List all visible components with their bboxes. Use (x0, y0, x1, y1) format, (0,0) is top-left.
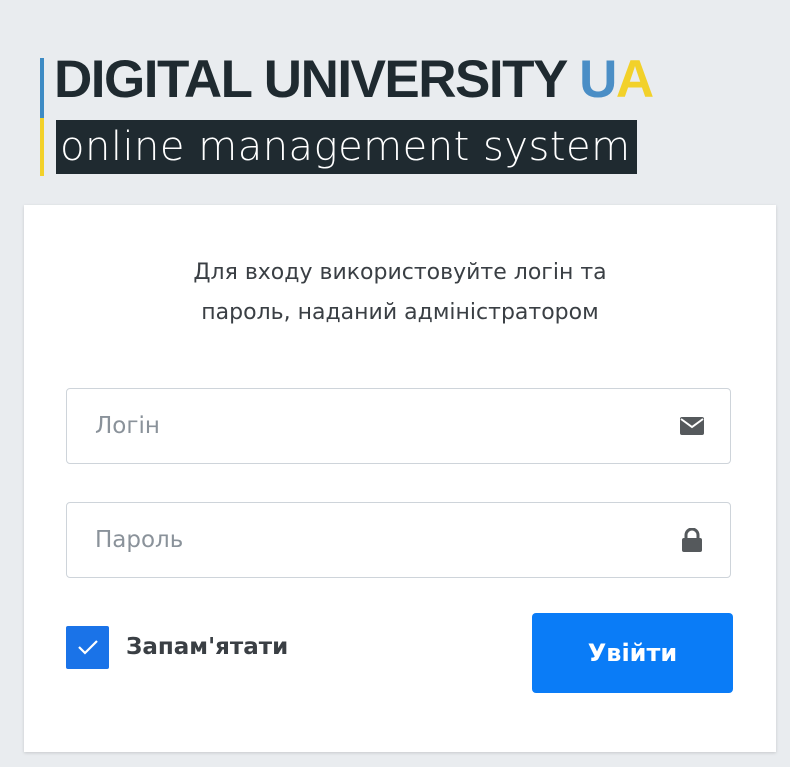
logo-subtitle: online management system (56, 120, 637, 174)
logo: DIGITAL UNIVERSITY UA online management … (40, 48, 760, 178)
login-button[interactable]: Увійти (532, 613, 733, 693)
login-instructions: Для входу використовуйте логін та пароль… (24, 253, 776, 333)
login-input[interactable] (67, 389, 647, 463)
instructions-line-1: Для входу використовуйте логін та (193, 260, 607, 285)
logo-title-u: U (579, 50, 617, 109)
logo-title-a: A (615, 50, 654, 109)
login-field (66, 388, 731, 464)
remember-checkbox[interactable] (66, 625, 109, 669)
login-card: Для входу використовуйте логін та пароль… (24, 205, 776, 752)
instructions-line-2: пароль, наданий адміністратором (201, 300, 599, 325)
remember-me[interactable]: Запам'ятати (66, 625, 288, 669)
logo-bar-yellow (40, 118, 44, 176)
password-field (66, 502, 731, 578)
envelope-icon (680, 414, 704, 438)
lock-icon (680, 528, 704, 552)
logo-title: DIGITAL UNIVERSITY UA (54, 48, 654, 112)
logo-bar-blue (40, 58, 44, 118)
remember-label: Запам'ятати (126, 634, 289, 660)
logo-title-text: DIGITAL UNIVERSITY (54, 50, 580, 109)
checkmark-icon (77, 640, 98, 655)
password-input[interactable] (67, 503, 647, 577)
